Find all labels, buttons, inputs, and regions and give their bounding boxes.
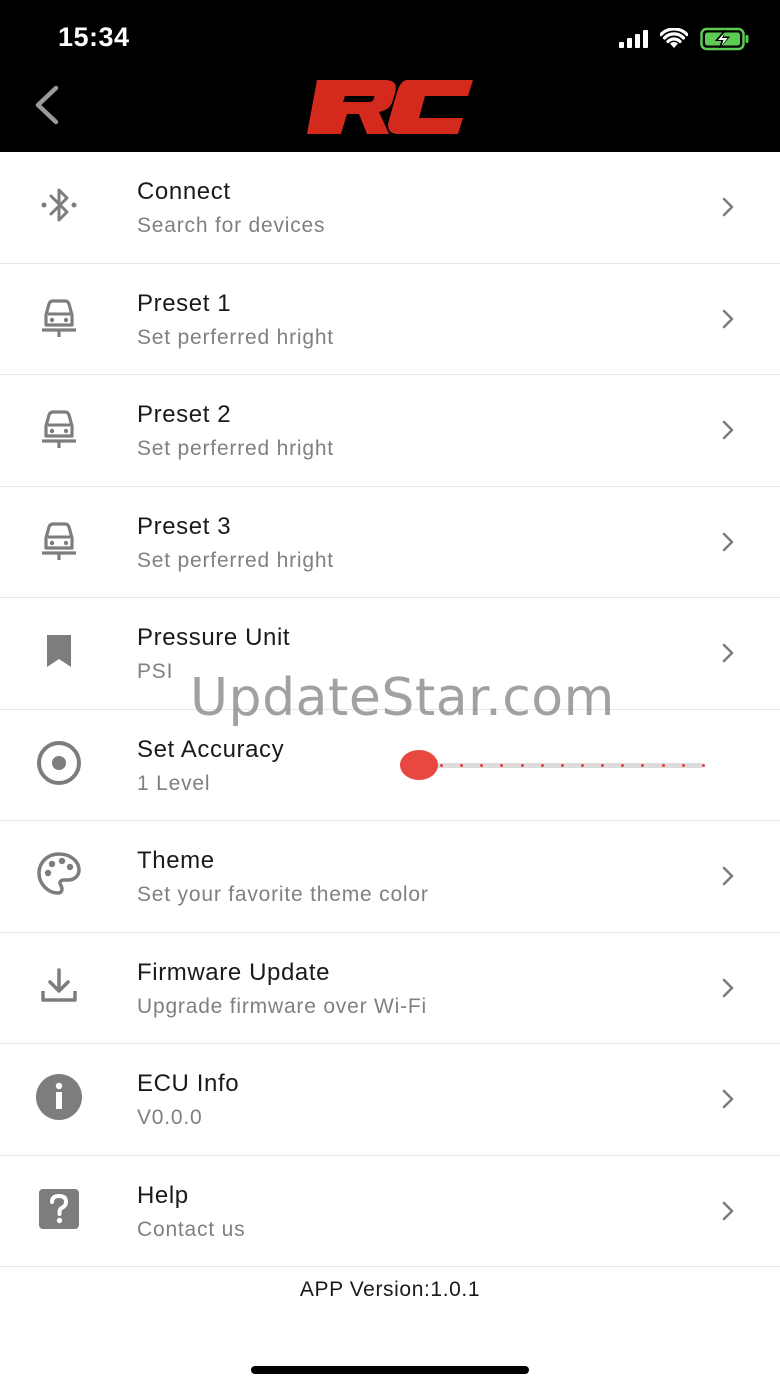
menu-item-title: Connect (137, 178, 231, 205)
battery-charging-icon (700, 27, 749, 51)
car-lift-icon (32, 513, 86, 567)
menu-item-title: Preset 1 (137, 289, 232, 317)
app-version: APP Version:1.0.1 (299, 1278, 481, 1301)
chevron-left-icon (35, 85, 59, 125)
menu-item-title: Firmware Update (137, 958, 331, 986)
wifi-icon (660, 28, 688, 48)
menu-item-subtitle: V0.0.0 (137, 1106, 203, 1129)
status-time: 15:34 (58, 22, 130, 52)
bluetooth-icon (32, 178, 86, 232)
bookmark-icon (32, 624, 86, 678)
download-icon (32, 959, 86, 1013)
slider-thumb[interactable] (400, 749, 438, 780)
menu-item-subtitle: Upgrade firmware over Wi-Fi (137, 994, 427, 1018)
watermark: UpdateStar.com (190, 668, 615, 728)
target-icon (32, 736, 86, 790)
chevron-right-icon (722, 197, 734, 217)
menu-item-preset-3[interactable]: Preset 3 Set perferred hright (0, 487, 780, 598)
menu-item-subtitle: Set perferred hright (137, 437, 334, 460)
car-lift-icon (32, 401, 86, 455)
palette-icon (32, 847, 86, 901)
chevron-right-icon (722, 1089, 734, 1109)
help-icon (32, 1182, 86, 1236)
menu-item-firmware-update[interactable]: Firmware Update Upgrade firmware over Wi… (0, 933, 780, 1044)
menu-item-subtitle: Set perferred hright (137, 325, 334, 349)
menu-item-theme[interactable]: Theme Set your favorite theme color (0, 821, 780, 933)
info-icon (32, 1070, 86, 1124)
menu-item-title: Set Accuracy (137, 735, 285, 763)
menu-item-preset-2[interactable]: Preset 2 Set perferred hright (0, 375, 780, 487)
menu-item-subtitle: 1 Level (137, 771, 211, 795)
menu-item-title: Preset 2 (137, 401, 232, 428)
menu-item-connect[interactable]: Connect Search for devices (0, 152, 780, 264)
status-icons (619, 26, 750, 52)
cellular-signal-icon (619, 30, 648, 48)
accuracy-slider[interactable] (400, 749, 705, 780)
menu-item-title: Theme (137, 847, 215, 874)
chevron-right-icon (722, 420, 734, 440)
menu-item-title: Pressure Unit (137, 624, 291, 651)
chevron-right-icon (722, 978, 734, 997)
slider-steps (440, 763, 705, 767)
chevron-right-icon (722, 866, 734, 886)
chevron-right-icon (722, 1201, 734, 1220)
menu-item-subtitle: Set your favorite theme color (137, 883, 429, 906)
rc-logo (307, 80, 473, 134)
car-lift-icon (32, 290, 86, 344)
menu-item-title: Help (137, 1181, 189, 1209)
menu-item-subtitle: PSI (137, 660, 174, 683)
app-header: 15:34 (0, 0, 780, 152)
menu-item-subtitle: Set perferred hright (137, 548, 334, 572)
chevron-right-icon (722, 643, 734, 663)
menu-item-title: Preset 3 (137, 512, 232, 540)
menu-item-ecu-info[interactable]: ECU Info V0.0.0 (0, 1044, 780, 1156)
chevron-right-icon (722, 309, 734, 328)
menu-item-help[interactable]: Help Contact us (0, 1156, 780, 1267)
menu-item-subtitle: Search for devices (137, 214, 326, 237)
menu-item-subtitle: Contact us (137, 1217, 246, 1241)
menu-item-title: ECU Info (137, 1070, 240, 1097)
chevron-right-icon (722, 532, 734, 551)
menu-item-preset-1[interactable]: Preset 1 Set perferred hright (0, 264, 780, 375)
home-indicator[interactable] (251, 1366, 529, 1374)
back-button[interactable] (22, 80, 72, 130)
